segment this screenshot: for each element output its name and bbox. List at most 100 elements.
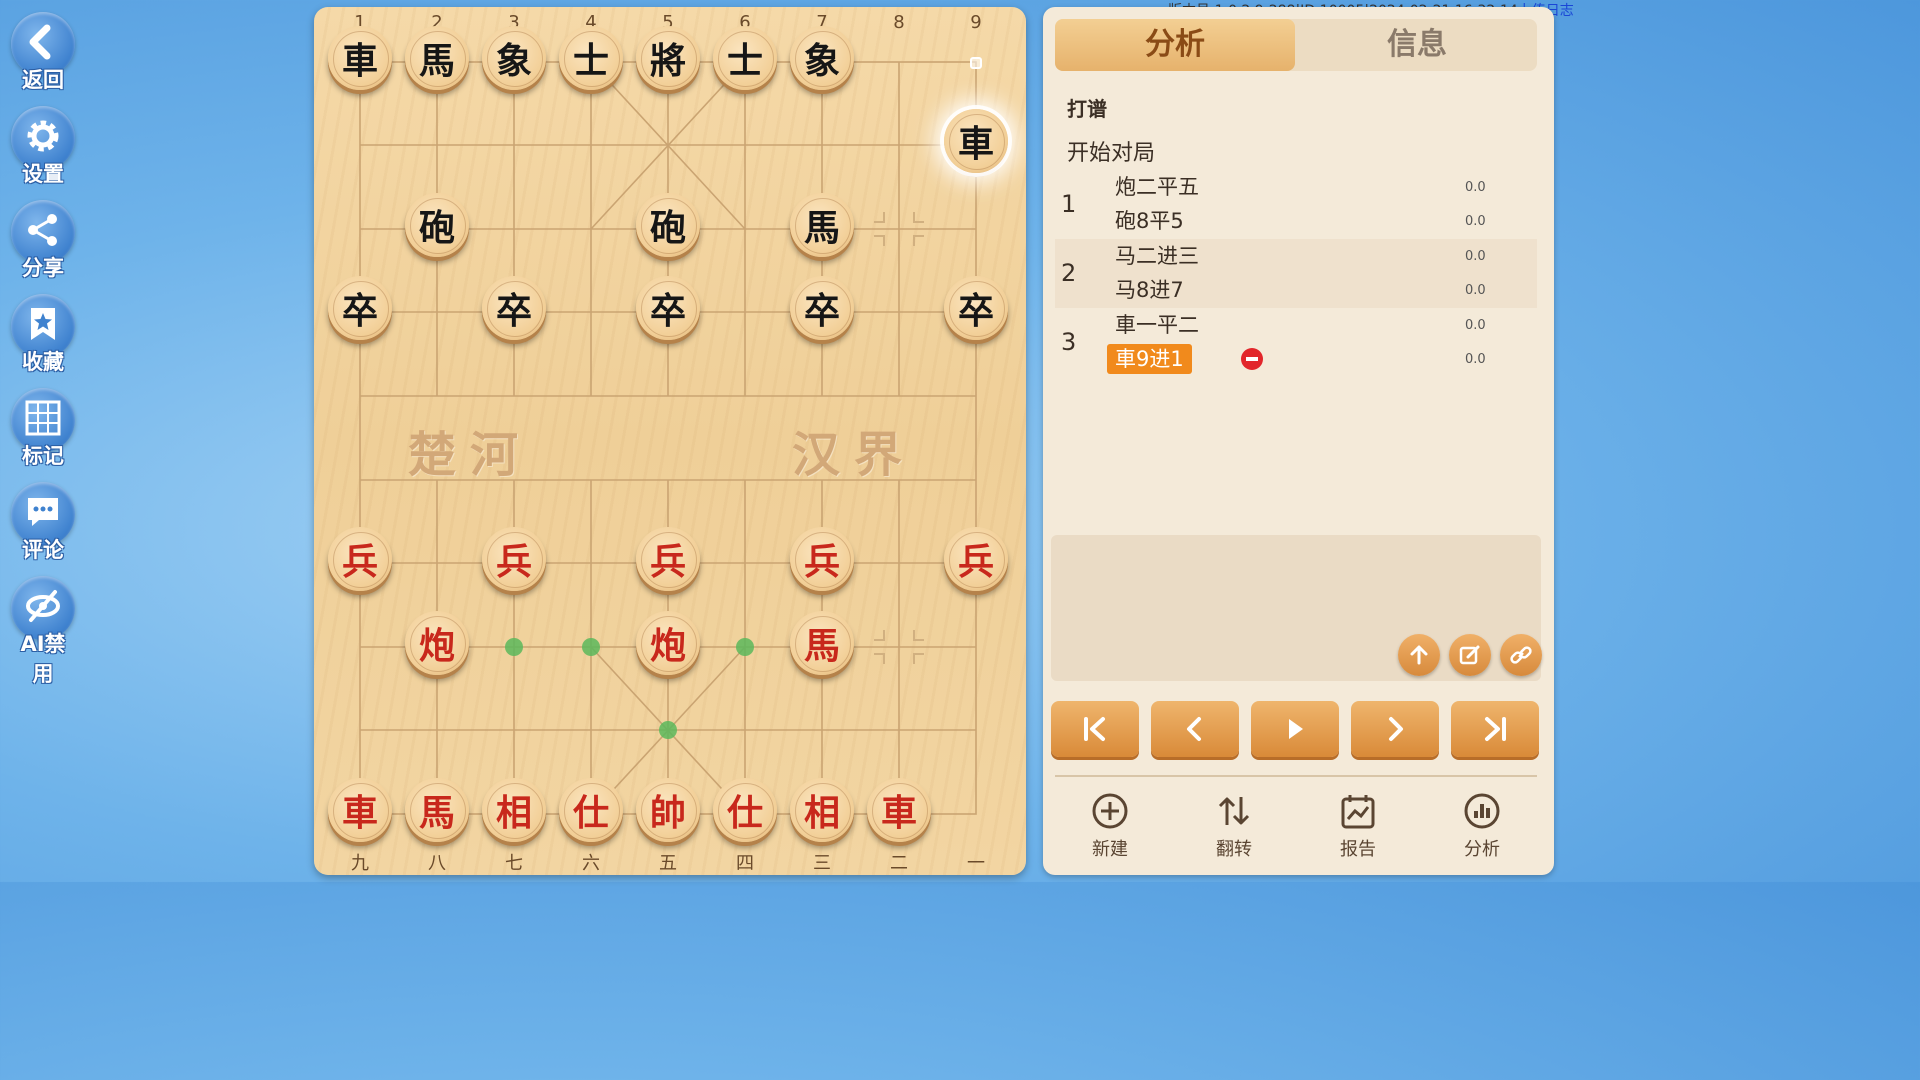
chevron-right-icon: [1389, 717, 1403, 741]
move-black-selected[interactable]: 車9进1: [1107, 344, 1192, 374]
black-piece[interactable]: 馬: [790, 193, 854, 257]
file-number-bottom: 五: [659, 853, 677, 874]
black-piece[interactable]: 卒: [790, 276, 854, 340]
next-move-button[interactable]: [1351, 701, 1439, 757]
black-piece[interactable]: 卒: [328, 276, 392, 340]
file-number-bottom: 八: [428, 853, 446, 874]
xiangqi-board[interactable]: 楚河 汉界 123456789九八七六五四三二一 車馬象士將士象車砲砲馬卒卒卒卒…: [314, 7, 1026, 875]
move-black[interactable]: 砲8平5: [1107, 206, 1192, 236]
black-piece[interactable]: 士: [713, 26, 777, 90]
eye-off-icon: [26, 590, 60, 622]
new-label: 新建: [1092, 839, 1128, 860]
move-score: 0.0: [1465, 318, 1486, 333]
red-piece[interactable]: 炮: [636, 611, 700, 675]
comment-label: 评论: [22, 538, 64, 562]
red-piece[interactable]: 仕: [713, 778, 777, 842]
share-button[interactable]: 分享: [10, 200, 76, 286]
move-hint-dot[interactable]: [582, 638, 600, 656]
play-button[interactable]: [1251, 701, 1339, 757]
chevron-left-icon: [1187, 717, 1201, 741]
prev-move-button[interactable]: [1151, 701, 1239, 757]
red-piece[interactable]: 炮: [405, 611, 469, 675]
file-number-bottom: 四: [736, 853, 754, 874]
red-piece[interactable]: 兵: [636, 527, 700, 591]
start-game-item[interactable]: 开始对局: [1067, 135, 1155, 167]
river-left-text: 楚河: [408, 427, 533, 483]
black-piece[interactable]: 馬: [405, 26, 469, 90]
favorite-button[interactable]: 收藏: [10, 294, 76, 380]
move-number: 2: [1061, 259, 1077, 287]
tab-analysis[interactable]: 分析: [1055, 19, 1295, 71]
back-icon: [29, 24, 51, 60]
analysis-panel: 分析 信息 打谱 开始对局 1 炮二平五 砲8平5 0.0 0.0 2 马二进三…: [1043, 7, 1554, 875]
red-piece[interactable]: 相: [790, 778, 854, 842]
arrow-up-icon: [1410, 645, 1428, 665]
upload-button[interactable]: [1398, 634, 1440, 676]
red-piece[interactable]: 馬: [405, 778, 469, 842]
favorite-label: 收藏: [22, 350, 64, 374]
first-move-button[interactable]: [1051, 701, 1139, 757]
file-number-bottom: 七: [505, 853, 523, 874]
ai-disabled-button[interactable]: AI禁用: [10, 576, 76, 686]
analysis-icon: [1464, 793, 1500, 829]
mark-button[interactable]: 标记: [10, 388, 76, 474]
report-icon: [1341, 795, 1375, 829]
black-piece[interactable]: 士: [559, 26, 623, 90]
red-piece[interactable]: 車: [867, 778, 931, 842]
move-row: 3 車一平二 車9进1 0.0 0.0: [1055, 308, 1537, 377]
chat-bubble-icon: [28, 498, 58, 526]
black-piece[interactable]: 象: [482, 26, 546, 90]
red-piece[interactable]: 相: [482, 778, 546, 842]
red-piece[interactable]: 仕: [559, 778, 623, 842]
plus-circle-icon: [1092, 793, 1128, 829]
left-sidebar: 返回 设置 分享 收藏 标记 评论 AI禁用: [0, 0, 90, 882]
black-piece[interactable]: 卒: [636, 276, 700, 340]
red-piece[interactable]: 兵: [482, 527, 546, 591]
back-button[interactable]: 返回: [10, 12, 76, 98]
tab-info[interactable]: 信息: [1297, 19, 1537, 71]
move-red[interactable]: 炮二平五: [1107, 172, 1207, 202]
black-piece[interactable]: 將: [636, 26, 700, 90]
link-button[interactable]: [1500, 634, 1542, 676]
move-hint-dot[interactable]: [736, 638, 754, 656]
red-piece[interactable]: 兵: [944, 527, 1008, 591]
flip-button[interactable]: 翻转: [1194, 791, 1274, 861]
red-piece[interactable]: 兵: [328, 527, 392, 591]
black-piece[interactable]: 車: [328, 26, 392, 90]
back-label: 返回: [22, 68, 64, 92]
file-number-bottom: 一: [967, 853, 985, 874]
flip-icon: [1218, 797, 1250, 825]
red-piece[interactable]: 帥: [636, 778, 700, 842]
delete-move-icon[interactable]: [1241, 348, 1263, 370]
red-piece[interactable]: 馬: [790, 611, 854, 675]
settings-label: 设置: [22, 162, 64, 186]
settings-button[interactable]: 设置: [10, 106, 76, 192]
analysis-button[interactable]: 分析: [1442, 791, 1522, 861]
black-piece[interactable]: 卒: [482, 276, 546, 340]
ai-disabled-label: AI禁用: [20, 632, 66, 686]
report-button[interactable]: 报告: [1318, 791, 1398, 861]
red-piece[interactable]: 車: [328, 778, 392, 842]
last-move-origin-marker: [970, 57, 982, 69]
black-piece[interactable]: 砲: [636, 193, 700, 257]
edit-button[interactable]: [1449, 634, 1491, 676]
move-hint-dot[interactable]: [659, 721, 677, 739]
red-piece[interactable]: 兵: [790, 527, 854, 591]
move-number: 3: [1061, 328, 1077, 356]
black-piece[interactable]: 卒: [944, 276, 1008, 340]
move-score: 0.0: [1465, 214, 1486, 229]
share-label: 分享: [22, 256, 64, 280]
move-score: 0.0: [1465, 352, 1486, 367]
last-move-button[interactable]: [1451, 701, 1539, 757]
new-button[interactable]: 新建: [1070, 791, 1150, 861]
black-piece[interactable]: 車: [944, 109, 1008, 173]
move-red[interactable]: 車一平二: [1107, 310, 1207, 340]
move-red[interactable]: 马二进三: [1107, 241, 1207, 271]
skip-end-icon: [1485, 717, 1506, 741]
comment-button[interactable]: 评论: [10, 482, 76, 568]
move-hint-dot[interactable]: [505, 638, 523, 656]
move-score: 0.0: [1465, 249, 1486, 264]
move-black[interactable]: 马8进7: [1107, 275, 1192, 305]
black-piece[interactable]: 象: [790, 26, 854, 90]
black-piece[interactable]: 砲: [405, 193, 469, 257]
